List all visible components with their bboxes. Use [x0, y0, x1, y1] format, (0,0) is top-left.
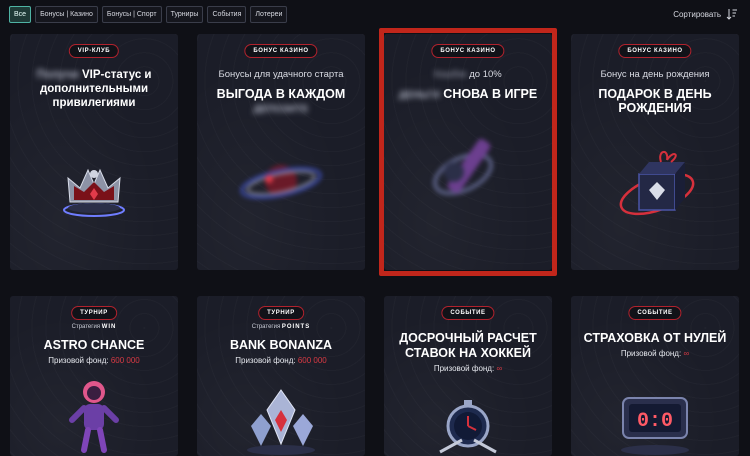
- filter-events[interactable]: События: [207, 6, 247, 23]
- promo-card-bank-bonanza[interactable]: ТУРНИР Стратегия POINTS BANK BONANZA При…: [197, 296, 365, 456]
- promo-card-birthday[interactable]: БОНУС КАЗИНО Бонус на день рождения ПОДА…: [571, 34, 739, 270]
- card-prize: Призовой фонд: ∞: [620, 349, 690, 358]
- gems-icon: [247, 389, 315, 455]
- card-prize: Призовой фонд: 600 000: [48, 356, 140, 365]
- promo-card-astro-chance[interactable]: ТУРНИР Стратегия WIN ASTRO CHANCE Призов…: [10, 296, 178, 456]
- card-title-blurred: Получи: [36, 69, 79, 81]
- hockey-stopwatch-icon: [439, 400, 497, 454]
- card-subtitle: Бонус на день рождения: [600, 69, 710, 80]
- card-subtitle: Бонусы для удачного старта: [218, 69, 344, 80]
- filter-chips: Все Бонусы | Казино Бонусы | Спорт Турни…: [9, 6, 288, 23]
- sort-icon: [726, 9, 737, 20]
- promo-card-hockey-early-payout[interactable]: СОБЫТИЕ ДОСРОЧНЫЙ РАСЧЕТ СТАВОК НА ХОККЕ…: [384, 296, 552, 456]
- planet-ring-icon: [240, 165, 322, 199]
- card-prize: Призовой фонд: 600 000: [235, 356, 327, 365]
- selection-highlight: [379, 28, 557, 276]
- card-strategy: Стратегия POINTS: [251, 324, 311, 330]
- filter-sport-bonuses[interactable]: Бонусы | Спорт: [101, 6, 162, 23]
- filter-casino-bonuses[interactable]: Бонусы | Казино: [35, 6, 98, 23]
- card-title: BANK BONANZA: [229, 338, 333, 352]
- card-badge: СОБЫТИЕ: [441, 306, 495, 320]
- scoreboard-value: 0:0: [637, 410, 673, 433]
- card-title: ДОСРОЧНЫЙ РАСЧЕТ СТАВОК НА ХОККЕЙ: [399, 331, 537, 360]
- card-badge: VIP-КЛУБ: [68, 44, 120, 58]
- filter-tournaments[interactable]: Турниры: [165, 6, 204, 23]
- card-badge: БОНУС КАЗИНО: [244, 44, 318, 58]
- scoreboard-icon: 0:0: [621, 397, 689, 455]
- card-badge: ТУРНИР: [258, 306, 304, 320]
- sort-label: Сортировать: [673, 9, 721, 19]
- card-badge: БОНУС КАЗИНО: [618, 44, 692, 58]
- card-title-blurred: ДЕПОЗИТЕ: [253, 104, 309, 115]
- promo-card-deposit-bonus[interactable]: БОНУС КАЗИНО Бонусы для удачного старта …: [197, 34, 365, 270]
- promo-card-vip-club[interactable]: VIP-КЛУБ Получи VIP-статус и дополнитель…: [10, 34, 178, 270]
- card-badge: СОБЫТИЕ: [628, 306, 682, 320]
- gift-box-icon: [619, 151, 695, 216]
- card-title: ASTRO CHANCE: [43, 338, 145, 352]
- filter-lotteries[interactable]: Лотереи: [250, 6, 288, 23]
- card-title: ВЫГОДА В КАЖДОМ ДЕПОЗИТЕ: [216, 87, 346, 115]
- card-badge: ТУРНИР: [71, 306, 117, 320]
- sort-button[interactable]: Сортировать: [673, 8, 738, 20]
- card-title: СТРАХОВКА ОТ НУЛЕЙ: [583, 331, 727, 345]
- crown-icon: [63, 168, 125, 217]
- top-bar: Все Бонусы | Казино Бонусы | Спорт Турни…: [0, 0, 750, 30]
- filter-all[interactable]: Все: [9, 6, 32, 23]
- card-title: Получи VIP-статус и дополнительными прив…: [36, 69, 152, 109]
- card-strategy: Стратегия WIN: [71, 324, 117, 330]
- card-title: ПОДАРОК В ДЕНЬ РОЖДЕНИЯ: [598, 87, 712, 115]
- card-prize: Призовой фонд: ∞: [433, 364, 503, 373]
- astronaut-icon: [69, 381, 119, 453]
- promo-card-zero-insurance[interactable]: СОБЫТИЕ СТРАХОВКА ОТ НУЛЕЙ Призовой фонд…: [571, 296, 739, 456]
